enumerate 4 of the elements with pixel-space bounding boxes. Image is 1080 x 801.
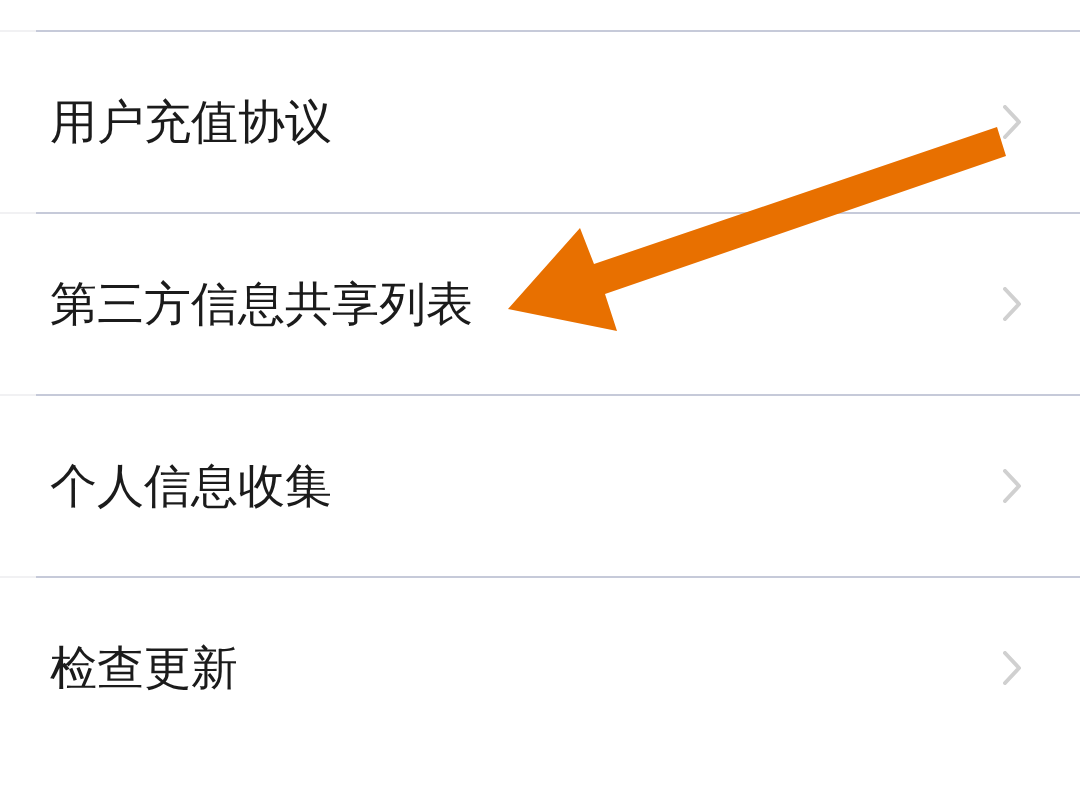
chevron-icon xyxy=(1003,105,1021,139)
chevron-icon xyxy=(1003,287,1021,321)
chevron-icon xyxy=(1003,469,1021,503)
chevron-icon xyxy=(1003,651,1021,685)
